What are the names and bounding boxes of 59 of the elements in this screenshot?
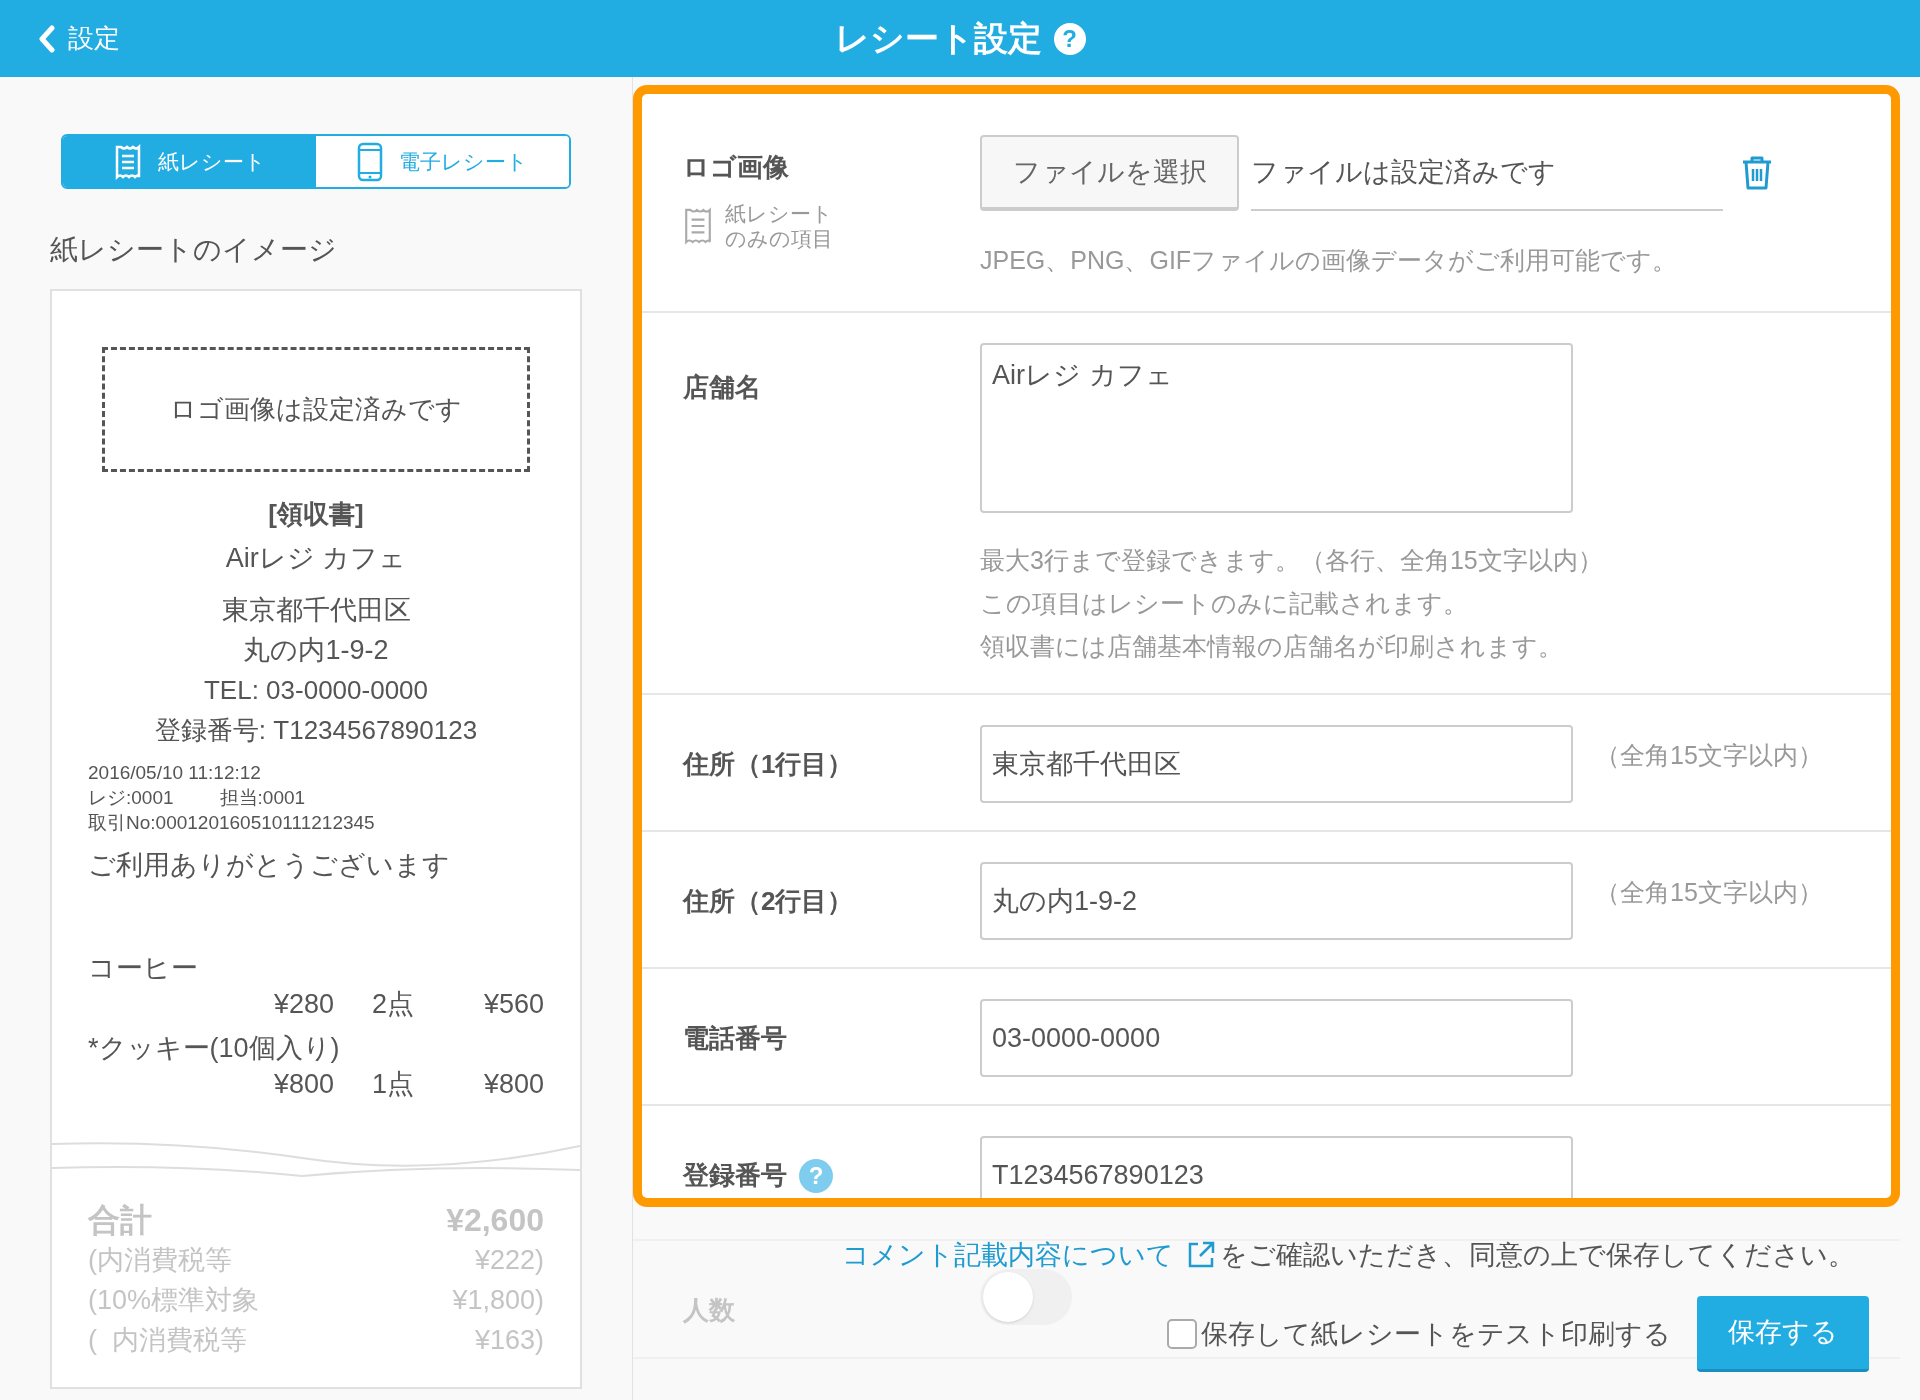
line-total: ¥560 (482, 987, 544, 1021)
quantity: 1点 (370, 1067, 414, 1101)
item-name: コーヒー (88, 951, 199, 985)
choose-file-button[interactable]: ファイルを選択 (980, 135, 1239, 211)
text-field[interactable]: 03-0000-0000 (980, 999, 1573, 1077)
register-number: レジ:0001 (88, 786, 174, 810)
total-label: ( 内消費税等 (88, 1323, 247, 1357)
unit-price: ¥280 (272, 987, 334, 1021)
paper-only-note: 紙レシート (725, 201, 833, 226)
address-line: 丸の内1-9-2 (243, 634, 389, 667)
store-name: Airレジ カフェ (225, 542, 407, 575)
placeholder-text: ロゴ画像は設定済みです (170, 393, 462, 426)
total-label: (内消費税等 (88, 1243, 232, 1277)
back-icon (38, 24, 56, 53)
hint-text: 最大3行まで登録できます。（各行、全角15文字以内） (980, 545, 1604, 576)
item-name: *クッキー(10個入り) (88, 1031, 341, 1065)
text-field[interactable]: 東京都千代田区 (980, 725, 1573, 803)
total-value: ¥222) (474, 1243, 544, 1277)
total-label: 合計 (88, 1200, 152, 1240)
store-name-field[interactable]: Airレジ カフェ (980, 343, 1573, 513)
receipt-heading: [領収書] (268, 498, 364, 531)
thanks-message: ご利用ありがとうございます (88, 849, 451, 882)
total-value: ¥1,800) (452, 1283, 544, 1317)
comment-link[interactable]: コメント記載内容について (842, 1235, 1216, 1276)
field-label: 店舗名 (683, 371, 761, 404)
length-note: （全角15文字以内） (1595, 877, 1823, 908)
page-title: レシート設定 (834, 18, 1042, 59)
transaction-number: 取引No:000120160510111212345 (88, 811, 376, 835)
transaction-date: 2016/05/10 11:12:12 (88, 761, 262, 785)
hint-text: JPEG、PNG、GIFファイルの画像データがご利用可能です。 (980, 245, 1679, 276)
registration-number: 登録番号: T1234567890123 (154, 714, 478, 747)
field-label: 電話番号 (683, 1022, 787, 1055)
staff-number: 担当:0001 (219, 786, 306, 810)
paper-only-note: のみの項目 (725, 226, 833, 251)
receipt-icon (113, 143, 142, 180)
field-label: 登録番号 (683, 1159, 787, 1192)
field-label: 住所（1行目） (683, 748, 854, 781)
consent-text: をご確認いただき、同意の上で保存してください。 (1220, 1239, 1855, 1272)
test-print-checkbox[interactable]: 保存して紙レシートをテスト印刷する (1167, 1313, 1671, 1355)
phone-number: TEL: 03-0000-0000 (203, 674, 428, 707)
field-label: ロゴ画像 (683, 151, 789, 184)
total-label: (10%標準対象 (88, 1283, 260, 1317)
address-line: 東京都千代田区 (221, 594, 411, 627)
smartphone-icon (357, 141, 383, 182)
quantity: 2点 (370, 987, 414, 1021)
hint-text: 領収書には店舗基本情報の店舗名が印刷されます。 (980, 631, 1564, 662)
file-status-field: ファイルは設定済みです (1251, 135, 1723, 211)
delete-icon[interactable] (1741, 155, 1773, 191)
line-total: ¥800 (482, 1067, 544, 1101)
text-field[interactable]: T1234567890123 (980, 1136, 1573, 1198)
length-note: （全角15文字以内） (1595, 740, 1823, 771)
hint-text: この項目はレシートのみに記載されます。 (980, 588, 1469, 619)
field-label: 住所（2行目） (683, 885, 854, 918)
total-value: ¥2,600 (446, 1200, 544, 1240)
text-field[interactable]: 丸の内1-9-2 (980, 862, 1573, 940)
receipt-icon (683, 205, 713, 247)
unit-price: ¥800 (272, 1067, 334, 1101)
preview-title: 紙レシートのイメージ (50, 233, 338, 267)
total-value: ¥163) (474, 1323, 544, 1357)
